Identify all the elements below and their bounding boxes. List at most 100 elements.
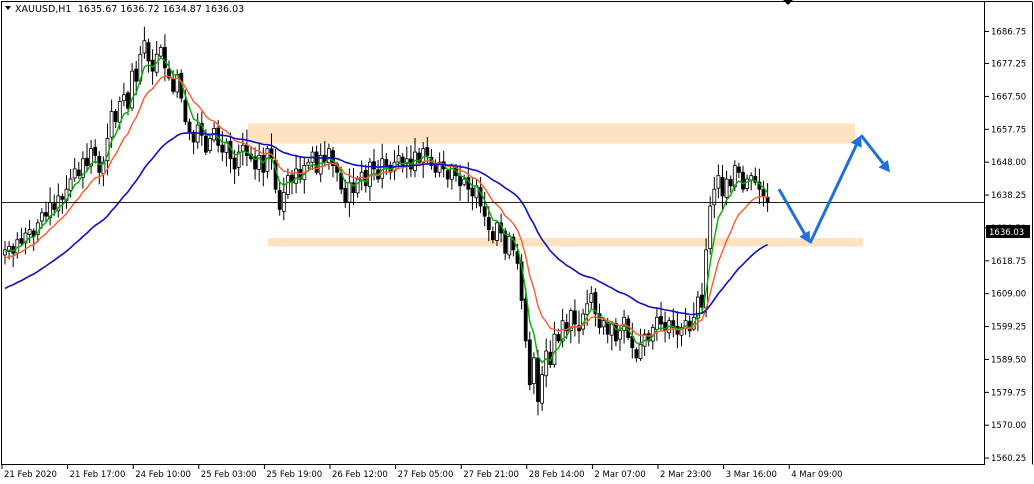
candle-bear — [76, 169, 81, 177]
candle-bull — [306, 161, 311, 166]
candle-bull — [27, 229, 32, 235]
candle-bull — [724, 178, 729, 198]
candle-bull — [507, 235, 512, 256]
candle-bull — [585, 303, 590, 315]
y-tick-label: 1657.75 — [991, 125, 1026, 135]
candle-bull — [716, 175, 721, 189]
y-tick-label: 1579.75 — [991, 388, 1026, 398]
candle-bull — [421, 148, 426, 164]
candle-bear — [372, 161, 376, 170]
candle-bull — [745, 178, 749, 189]
candle-bull — [708, 205, 713, 249]
x-tick-label: 2 Mar 23:00 — [660, 470, 711, 480]
price-label: 1636.03 — [989, 228, 1024, 238]
candle-bear — [171, 78, 176, 92]
candle-bull — [552, 333, 557, 366]
candle-bear — [728, 179, 733, 187]
candle-bear — [741, 171, 745, 190]
candle-bear — [187, 121, 192, 133]
candle-bull — [294, 168, 299, 184]
x-tick-label: 3 Mar 16:00 — [726, 470, 777, 480]
y-tick-label: 1686.75 — [991, 28, 1026, 38]
candle-bear — [720, 177, 725, 197]
candle-bull — [281, 192, 286, 212]
x-tick-label: 27 Feb 21:00 — [463, 470, 519, 480]
candle-bear — [659, 316, 663, 325]
candle-bull — [347, 182, 352, 203]
candle-bear — [490, 231, 495, 241]
candle-bear — [482, 206, 487, 217]
candle-bull — [3, 249, 7, 256]
candle-bull — [544, 350, 549, 377]
x-tick-label: 27 Feb 05:00 — [398, 470, 454, 480]
candle-bear — [458, 175, 463, 187]
candle-bear — [232, 157, 237, 170]
candle-bull — [142, 40, 147, 54]
candle-bull — [655, 316, 659, 330]
candle-bear — [183, 99, 188, 123]
candle-bull — [355, 178, 360, 194]
candle-bull — [109, 111, 114, 138]
candle-bull — [158, 47, 163, 57]
x-tick-label: 25 Feb 03:00 — [201, 470, 257, 480]
candle-bull — [638, 343, 643, 360]
candle-bear — [60, 196, 65, 200]
y-tick-label: 1560.25 — [991, 454, 1026, 464]
x-tick-label: 25 Feb 19:00 — [266, 470, 322, 480]
x-tick-label: 4 Mar 09:00 — [791, 470, 842, 480]
candle-bear — [93, 146, 98, 156]
candle-bull — [449, 165, 454, 180]
y-tick-label: 1638.25 — [991, 191, 1026, 201]
candle-bull — [618, 330, 622, 340]
candle-bull — [208, 138, 212, 151]
zone-rect — [268, 238, 863, 247]
candle-bear — [536, 357, 540, 403]
symbol-label: XAUUSD,H1 — [15, 4, 71, 15]
candle-bull — [601, 320, 606, 328]
y-tick-label: 1618.75 — [991, 257, 1026, 267]
candle-bear — [761, 189, 766, 197]
candle-bear — [445, 170, 450, 180]
candle-bear — [277, 189, 282, 210]
candle-bull — [72, 168, 77, 179]
candle-bear — [470, 187, 475, 197]
price-chart[interactable]: 1686.75 1677.25 1667.50 1657.75 1648.00 1638.… — [0, 0, 1034, 484]
candle-bull — [285, 175, 290, 195]
candle-bull — [532, 357, 536, 385]
candle-bear — [556, 334, 561, 342]
candle-bull — [40, 212, 44, 222]
y-tick-label: 1677.25 — [991, 60, 1026, 70]
y-tick-label: 1609.00 — [991, 290, 1026, 300]
candle-bull — [462, 178, 467, 185]
candle-bear — [486, 217, 491, 231]
ohlc-values: 1635.67 1636.72 1634.87 1636.03 — [78, 4, 244, 15]
candle-bear — [85, 157, 89, 166]
y-tick-label: 1570.00 — [991, 421, 1026, 431]
candle-bull — [68, 178, 73, 191]
x-tick-label: 24 Feb 10:00 — [135, 470, 191, 480]
candle-bear — [573, 310, 577, 325]
y-tick-label: 1648.00 — [991, 158, 1026, 168]
candle-bear — [433, 165, 438, 173]
candle-bear — [19, 238, 24, 244]
candle-bear — [527, 339, 532, 386]
candle-bear — [134, 68, 139, 82]
y-tick-label: 1589.50 — [991, 355, 1026, 365]
candle-bull — [326, 148, 331, 163]
candle-bull — [122, 94, 126, 102]
x-tick-label: 21 Feb 17:00 — [70, 470, 126, 480]
x-tick-label: 21 Feb 2020 — [4, 470, 57, 480]
candle-bear — [203, 135, 208, 153]
zone-rect — [248, 123, 855, 144]
candle-bear — [126, 92, 130, 109]
x-tick-label: 2 Mar 07:00 — [594, 470, 645, 480]
candle-bear — [146, 42, 151, 62]
candle-bear — [765, 196, 770, 204]
candle-bear — [614, 323, 618, 342]
candle-bear — [113, 110, 118, 123]
y-tick-label: 1599.25 — [991, 323, 1026, 333]
x-tick-label: 28 Feb 14:00 — [529, 470, 585, 480]
x-tick-label: 26 Feb 12:00 — [332, 470, 388, 480]
y-tick-label: 1667.50 — [991, 92, 1026, 102]
candle-bear — [384, 159, 389, 166]
